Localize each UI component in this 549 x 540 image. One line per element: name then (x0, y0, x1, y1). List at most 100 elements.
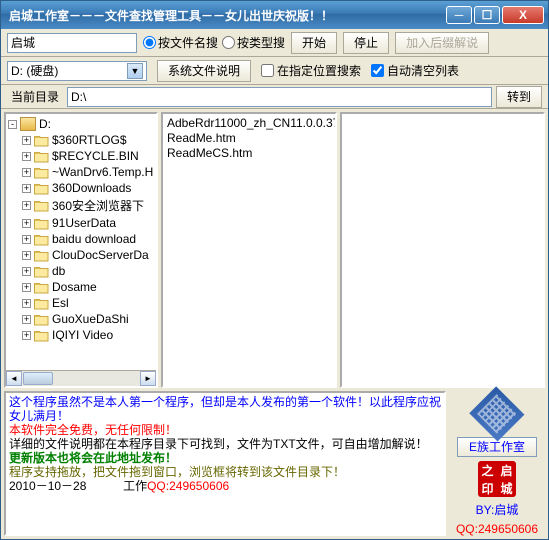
info-text: 程序支持拖放，把文件拖到窗口，浏览框将转到该文件目录下！ (9, 465, 441, 479)
search-row: 按文件名搜 按类型搜 开始 停止 加入后缀解说 (1, 29, 548, 57)
auto-clear-check[interactable]: 自动清空列表 (371, 62, 459, 79)
tree-item[interactable]: + baidu download (8, 231, 154, 247)
folder-open-icon (20, 117, 36, 131)
auto-clear-checkbox[interactable] (371, 64, 384, 77)
tree-item[interactable]: +360安全浏览器下 (8, 196, 154, 215)
tree-item-label: baidu download (52, 232, 136, 246)
qq-line: QQ:249650606 (456, 522, 538, 536)
side-panel: E族工作室 之启印城 BY:启城 QQ:249650606 (449, 391, 545, 536)
file-list[interactable]: AdbeRdr11000_zh_CN11.0.0.379.ReadMe.htmR… (161, 112, 337, 388)
tree-item-label: Esl (52, 296, 69, 310)
search-input[interactable] (7, 33, 137, 53)
path-input[interactable] (67, 87, 492, 107)
info-text: 这个程序虽然不是本人第一个程序，但却是本人发布的第一个软件！以此程序应祝女儿满月… (9, 395, 441, 423)
goto-button[interactable]: 转到 (496, 86, 542, 108)
tree-item[interactable]: +$360RTLOG$ (8, 132, 154, 148)
file-item[interactable]: ReadMe.htm (165, 131, 333, 146)
tree-root-label: D: (39, 117, 51, 131)
tree-item-label: Dosame (52, 280, 97, 294)
titlebar[interactable]: 启城工作室－－－文件查找管理工具－－女儿出世庆祝版！！ ─ ☐ X (1, 1, 548, 29)
folder-tree[interactable]: - D: +$360RTLOG$+$RECYCLE.BIN+~WanDrv6.T… (4, 112, 158, 388)
chevron-down-icon[interactable]: ▼ (127, 63, 143, 79)
info-text: 更新版本也将会在此地址发布！ (9, 451, 441, 465)
folder-icon (34, 150, 49, 163)
expand-icon[interactable]: + (22, 283, 31, 292)
tree-item-label: IQIYI Video (52, 328, 113, 342)
app-window: 启城工作室－－－文件查找管理工具－－女儿出世庆祝版！！ ─ ☐ X 按文件名搜 … (0, 0, 549, 540)
tree-item[interactable]: + ClouDocServerDa (8, 247, 154, 263)
expand-icon[interactable]: + (22, 251, 31, 260)
file-item[interactable]: ReadMeCS.htm (165, 146, 333, 161)
info-text: 本软件完全免费，无任何限制！ (9, 423, 441, 437)
sysfile-button[interactable]: 系统文件说明 (157, 60, 251, 82)
folder-icon (34, 313, 49, 326)
loc-search-check[interactable]: 在指定位置搜索 (261, 62, 361, 79)
current-dir-label: 当前目录 (7, 88, 63, 105)
expand-icon[interactable]: + (22, 331, 31, 340)
info-panel[interactable]: 这个程序虽然不是本人第一个程序，但却是本人发布的第一个软件！以此程序应祝女儿满月… (4, 391, 446, 536)
radio-by-type-input[interactable] (222, 36, 235, 49)
window-controls: ─ ☐ X (446, 6, 544, 24)
tree-item-label: db (52, 264, 65, 278)
drive-value: D: (硬盘) (11, 62, 58, 79)
logo-icon (470, 386, 525, 441)
file-item[interactable]: AdbeRdr11000_zh_CN11.0.0.379. (165, 116, 333, 131)
options-row: D: (硬盘) ▼ 系统文件说明 在指定位置搜索 自动清空列表 (1, 57, 548, 85)
expand-icon[interactable]: + (22, 299, 31, 308)
info-text: 详细的文件说明都在本程序目录下可找到，文件为TXT文件，可自由增加解说！ (9, 437, 441, 451)
maximize-button[interactable]: ☐ (474, 6, 500, 24)
collapse-icon[interactable]: - (8, 120, 17, 129)
tree-root[interactable]: - D: (8, 116, 154, 132)
loc-search-checkbox[interactable] (261, 64, 274, 77)
folder-icon (34, 329, 49, 342)
scroll-thumb[interactable] (23, 372, 53, 385)
tree-item[interactable]: + ~WanDrv6.Temp.H (8, 164, 154, 180)
tree-item-label: 360安全浏览器下 (52, 197, 144, 214)
folder-icon (34, 199, 49, 212)
start-button[interactable]: 开始 (291, 32, 337, 54)
close-button[interactable]: X (502, 6, 544, 24)
drive-select[interactable]: D: (硬盘) ▼ (7, 61, 147, 81)
scroll-left-icon[interactable]: ◄ (6, 371, 22, 386)
by-line: BY:启城 (476, 501, 519, 518)
tree-body: - D: +$360RTLOG$+$RECYCLE.BIN+~WanDrv6.T… (6, 114, 156, 370)
tree-item-label: ~WanDrv6.Temp.H (52, 165, 153, 179)
scroll-right-icon[interactable]: ► (140, 371, 156, 386)
expand-icon[interactable]: + (22, 235, 31, 244)
expand-icon[interactable]: + (22, 315, 31, 324)
expand-icon[interactable]: + (22, 201, 31, 210)
radio-by-name[interactable]: 按文件名搜 (143, 34, 218, 51)
tree-item-label: 360Downloads (52, 181, 131, 195)
tree-item-label: ClouDocServerDa (52, 248, 149, 262)
radio-by-type[interactable]: 按类型搜 (222, 34, 285, 51)
tree-item[interactable]: +360Downloads (8, 180, 154, 196)
scroll-track[interactable] (22, 371, 140, 386)
tree-item[interactable]: + Dosame (8, 279, 154, 295)
tree-item-label: 91UserData (52, 216, 116, 230)
expand-icon[interactable]: + (22, 168, 31, 177)
minimize-button[interactable]: ─ (446, 6, 472, 24)
path-row: 当前目录 转到 (1, 85, 548, 109)
tree-item[interactable]: + GuoXueDaShi (8, 311, 154, 327)
expand-icon[interactable]: + (22, 267, 31, 276)
expand-icon[interactable]: + (22, 184, 31, 193)
tree-scrollbar[interactable]: ◄ ► (6, 370, 156, 386)
tree-item[interactable]: + db (8, 263, 154, 279)
expand-icon[interactable]: + (22, 152, 31, 161)
stamp-icon: 之启印城 (478, 461, 516, 497)
folder-icon (34, 281, 49, 294)
stop-button[interactable]: 停止 (343, 32, 389, 54)
tree-item[interactable]: + $RECYCLE.BIN (8, 148, 154, 164)
tree-item[interactable]: + IQIYI Video (8, 327, 154, 343)
tree-item-label: $RECYCLE.BIN (52, 149, 139, 163)
expand-icon[interactable]: + (22, 219, 31, 228)
tree-item[interactable]: + Esl (8, 295, 154, 311)
tree-item-label: GuoXueDaShi (52, 312, 129, 326)
expand-icon[interactable]: + (22, 136, 31, 145)
folder-icon (34, 233, 49, 246)
folder-icon (34, 265, 49, 278)
radio-by-name-input[interactable] (143, 36, 156, 49)
folder-icon (34, 134, 49, 147)
tree-item[interactable]: +91UserData (8, 215, 154, 231)
preview-panel[interactable] (340, 112, 545, 388)
